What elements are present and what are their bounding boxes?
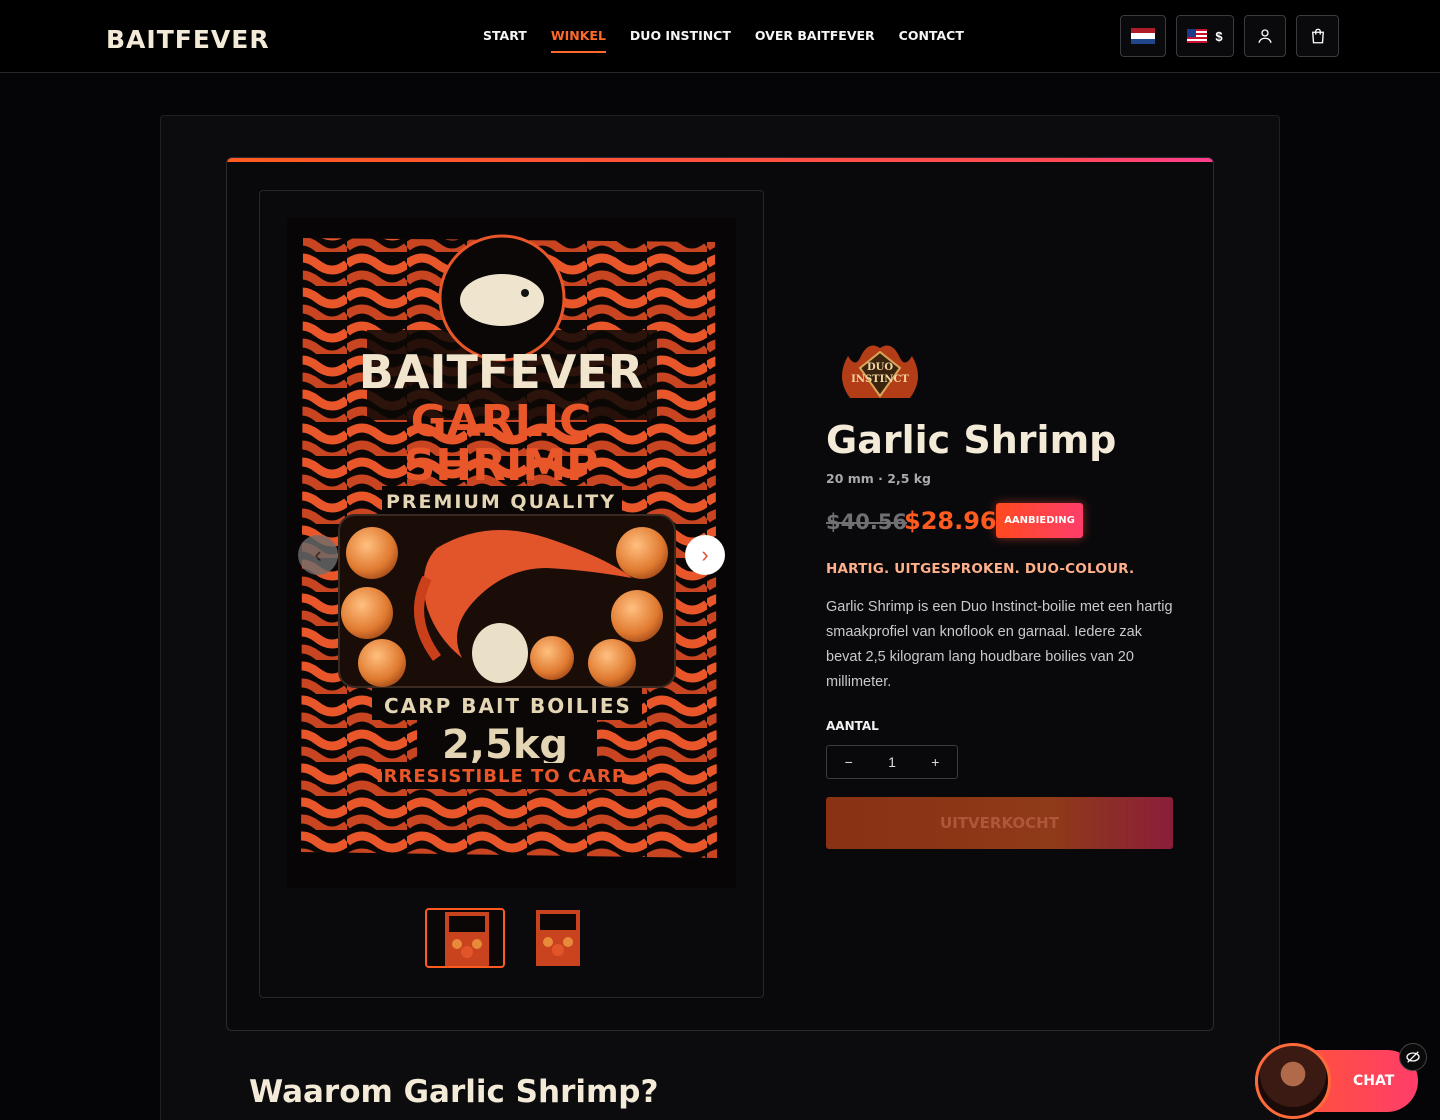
quantity-value[interactable]: 1 [870, 754, 913, 770]
thumbnail-pack-image [427, 910, 503, 966]
us-flag-icon [1187, 29, 1208, 43]
nav-duo-instinct[interactable]: DUO INSTINCT [630, 28, 731, 53]
original-price: $40.56 [826, 510, 908, 534]
nav-over-baitfever[interactable]: OVER BAITFEVER [755, 28, 875, 53]
pack-line2-text: SHRIMP [404, 440, 599, 491]
sale-price: $28.96 [904, 507, 997, 535]
nav-winkel[interactable]: WINKEL [550, 28, 606, 53]
sale-badge: AANBIEDING [996, 503, 1083, 538]
gallery-thumbnail-2[interactable] [518, 908, 598, 968]
duo-logo-word-instinct: INSTINCT [851, 374, 909, 385]
sold-out-button[interactable]: UITVERKOCHT [826, 797, 1173, 849]
language-selector[interactable] [1120, 15, 1166, 57]
card-accent-bar [227, 158, 1213, 162]
user-icon [1258, 29, 1272, 43]
eye-off-icon [1406, 1051, 1420, 1063]
nav-contact[interactable]: CONTACT [899, 28, 964, 53]
main-nav: START WINKEL DUO INSTINCT OVER BAITFEVER… [483, 28, 988, 53]
chevron-left-icon: ‹ [314, 542, 322, 567]
pack-type-text: CARP BAIT BOILIES [384, 694, 632, 718]
nav-start[interactable]: START [483, 28, 527, 53]
chat-label: CHAT [1353, 1073, 1395, 1089]
product-pack-image[interactable]: BAITFEVER GARLIC SHRIMP PREMIUM QUALITY … [287, 218, 736, 888]
pack-weight-text: 2,5kg [442, 722, 568, 768]
hide-chat-button[interactable] [1399, 1043, 1427, 1071]
cart-button[interactable] [1296, 15, 1339, 57]
gallery-thumbnail-1[interactable] [425, 908, 505, 968]
shopping-bag-icon [1311, 28, 1324, 44]
gallery-prev-button[interactable]: ‹ [298, 535, 338, 575]
thumbnail-pack-image [518, 908, 598, 968]
pack-brand-text: BAITFEVER [359, 345, 643, 399]
quantity-stepper: − 1 + [826, 745, 958, 779]
currency-symbol: $ [1215, 28, 1223, 44]
section-heading: Waarom Garlic Shrimp? [249, 1074, 659, 1110]
product-title: Garlic Shrimp [826, 418, 1117, 462]
chevron-right-icon: › [701, 542, 709, 567]
duo-logo-word-duo: DUO [867, 362, 893, 373]
duo-instinct-logo: DUO INSTINCT [841, 345, 919, 398]
gallery-next-button[interactable]: › [685, 535, 725, 575]
quantity-label: AANTAL [826, 719, 879, 733]
site-header: BAITFEVER START WINKEL DUO INSTINCT OVER… [0, 0, 1440, 73]
pack-claim-text: IRRESISTIBLE TO CARP [376, 766, 626, 787]
currency-selector[interactable]: $ [1176, 15, 1234, 57]
netherlands-flag-icon [1131, 28, 1155, 44]
site-logo[interactable]: BAITFEVER [106, 25, 270, 54]
product-tagline: HARTIG. UITGESPROKEN. DUO-COLOUR. [826, 561, 1135, 577]
product-description: Garlic Shrimp is een Duo Instinct-boilie… [826, 599, 1173, 690]
pack-quality-text: PREMIUM QUALITY [386, 491, 616, 513]
chat-avatar [1255, 1043, 1331, 1119]
product-subtitle: 20 mm · 2,5 kg [826, 471, 932, 486]
quantity-increment-button[interactable]: + [914, 754, 957, 770]
quantity-decrement-button[interactable]: − [827, 754, 870, 770]
account-button[interactable] [1244, 15, 1286, 57]
